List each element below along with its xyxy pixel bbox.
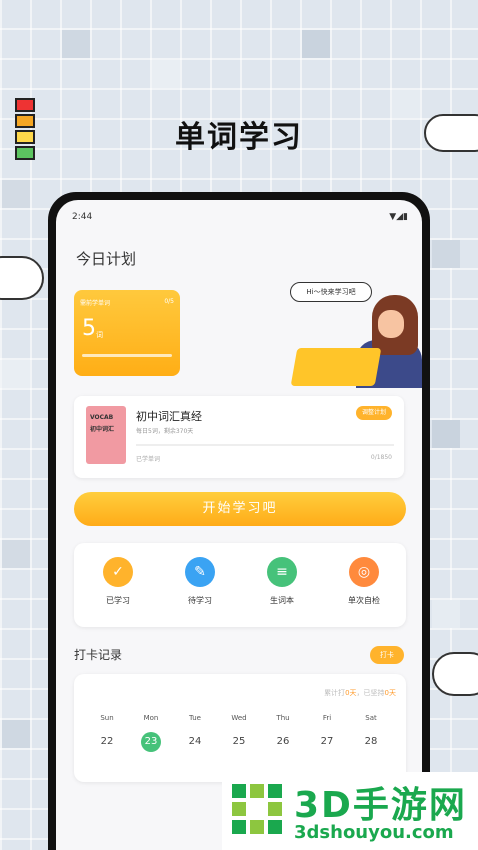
book-cover-text: VOCAB xyxy=(90,414,114,421)
status-time: 2:44 xyxy=(72,212,93,222)
pencil-doc-icon: ✎ xyxy=(185,557,215,587)
menu-label: 待学习 xyxy=(188,596,212,605)
book-total: 0/1850 xyxy=(370,454,392,461)
plan-card[interactable]: 需前学单词 0/5 5 词 xyxy=(74,290,180,376)
menu-card: ✓ 已学习 ✎ 待学习 ≡ 生词本 ◎ 单次自检 xyxy=(74,543,406,627)
book-cover-text2: 初中词汇 xyxy=(90,426,115,433)
today-plan-title: 今日计划 xyxy=(76,250,137,268)
calendar-date[interactable]: 27 xyxy=(312,732,342,752)
calendar-date[interactable]: 28 xyxy=(356,732,386,752)
calendar-weekday: Fri xyxy=(322,714,332,722)
calendar-date[interactable]: 23 xyxy=(136,732,166,752)
book-title: 初中词汇真经 xyxy=(136,410,202,423)
watermark-small: 3dshouyou.com xyxy=(294,822,454,843)
book-card[interactable]: VOCAB 初中词汇 初中词汇真经 每日5词，剩余370天 调整计划 已学单词 … xyxy=(74,396,404,478)
cloud-decoration xyxy=(432,652,478,696)
plan-count: 0/5 xyxy=(164,298,174,305)
calendar-date-today[interactable]: 23 xyxy=(141,732,161,752)
calendar-weekday: Sat xyxy=(365,714,377,722)
list-icon: ≡ xyxy=(267,557,297,587)
watermark-big: 3D手游网 xyxy=(294,785,467,826)
greeting-bubble: Hi～快来学习吧 xyxy=(290,282,372,302)
calendar-card: 累计打0天，已坚持0天 Sun 22 Mon 23 Tue 24 Wed 25 Thu 26 Fri… xyxy=(74,674,406,782)
menu-label: 单次自检 xyxy=(348,596,380,605)
watermark-logo-icon xyxy=(232,784,282,834)
calendar-check-icon: ✓ xyxy=(103,557,133,587)
calendar-weekday: Mon xyxy=(143,714,159,722)
person-face xyxy=(378,310,404,338)
app-screen: 2:44 ▼◢▮ 今日计划 需前学单词 0/5 5 词 Hi～快来学习吧 VOC… xyxy=(56,200,422,850)
menu-label: 生词本 xyxy=(270,596,294,605)
calendar-date[interactable]: 26 xyxy=(268,732,298,752)
cloud-decoration xyxy=(0,256,44,300)
calendar-weekday: Wed xyxy=(231,714,247,722)
book-learned-label: 已学单词 xyxy=(136,456,161,463)
start-learning-button[interactable]: 开始学习吧 xyxy=(74,492,406,526)
menu-label: 已学习 xyxy=(106,596,130,605)
plan-number: 5 xyxy=(82,316,96,341)
laptop-illustration xyxy=(290,348,382,386)
calendar-date[interactable]: 24 xyxy=(180,732,210,752)
checkin-button[interactable]: 打卡 xyxy=(370,646,404,664)
adjust-plan-button[interactable]: 调整计划 xyxy=(356,406,392,420)
book-cover: VOCAB 初中词汇 xyxy=(86,406,126,464)
calendar-weekday: Sun xyxy=(100,714,114,722)
checkin-stats: 累计打0天，已坚持0天 xyxy=(324,689,396,697)
page-heading: 单词学习 xyxy=(175,120,303,155)
calendar-weekday: Thu xyxy=(276,714,290,722)
phone-frame: 2:44 ▼◢▮ 今日计划 需前学单词 0/5 5 词 Hi～快来学习吧 VOC… xyxy=(48,192,430,850)
calendar-weekday: Tue xyxy=(189,714,201,722)
watermark: 3D手游网 3dshouyou.com xyxy=(222,772,478,850)
plan-unit: 词 xyxy=(96,331,103,339)
status-icons: ▼◢▮ xyxy=(389,212,408,222)
book-search-icon: ◎ xyxy=(349,557,379,587)
book-progress-bar xyxy=(136,444,394,446)
menu-item-learned[interactable]: ✓ 已学习 xyxy=(88,557,148,606)
checkin-title: 打卡记录 xyxy=(74,648,123,662)
plan-progress-bar xyxy=(82,354,172,357)
menu-item-pending[interactable]: ✎ 待学习 xyxy=(170,557,230,606)
menu-item-vocab-book[interactable]: ≡ 生词本 xyxy=(252,557,312,606)
calendar-date[interactable]: 25 xyxy=(224,732,254,752)
book-subtitle: 每日5词，剩余370天 xyxy=(136,428,194,435)
menu-item-self-check[interactable]: ◎ 单次自检 xyxy=(334,557,394,606)
plan-label: 需前学单词 xyxy=(80,300,111,307)
calendar-date[interactable]: 22 xyxy=(92,732,122,752)
